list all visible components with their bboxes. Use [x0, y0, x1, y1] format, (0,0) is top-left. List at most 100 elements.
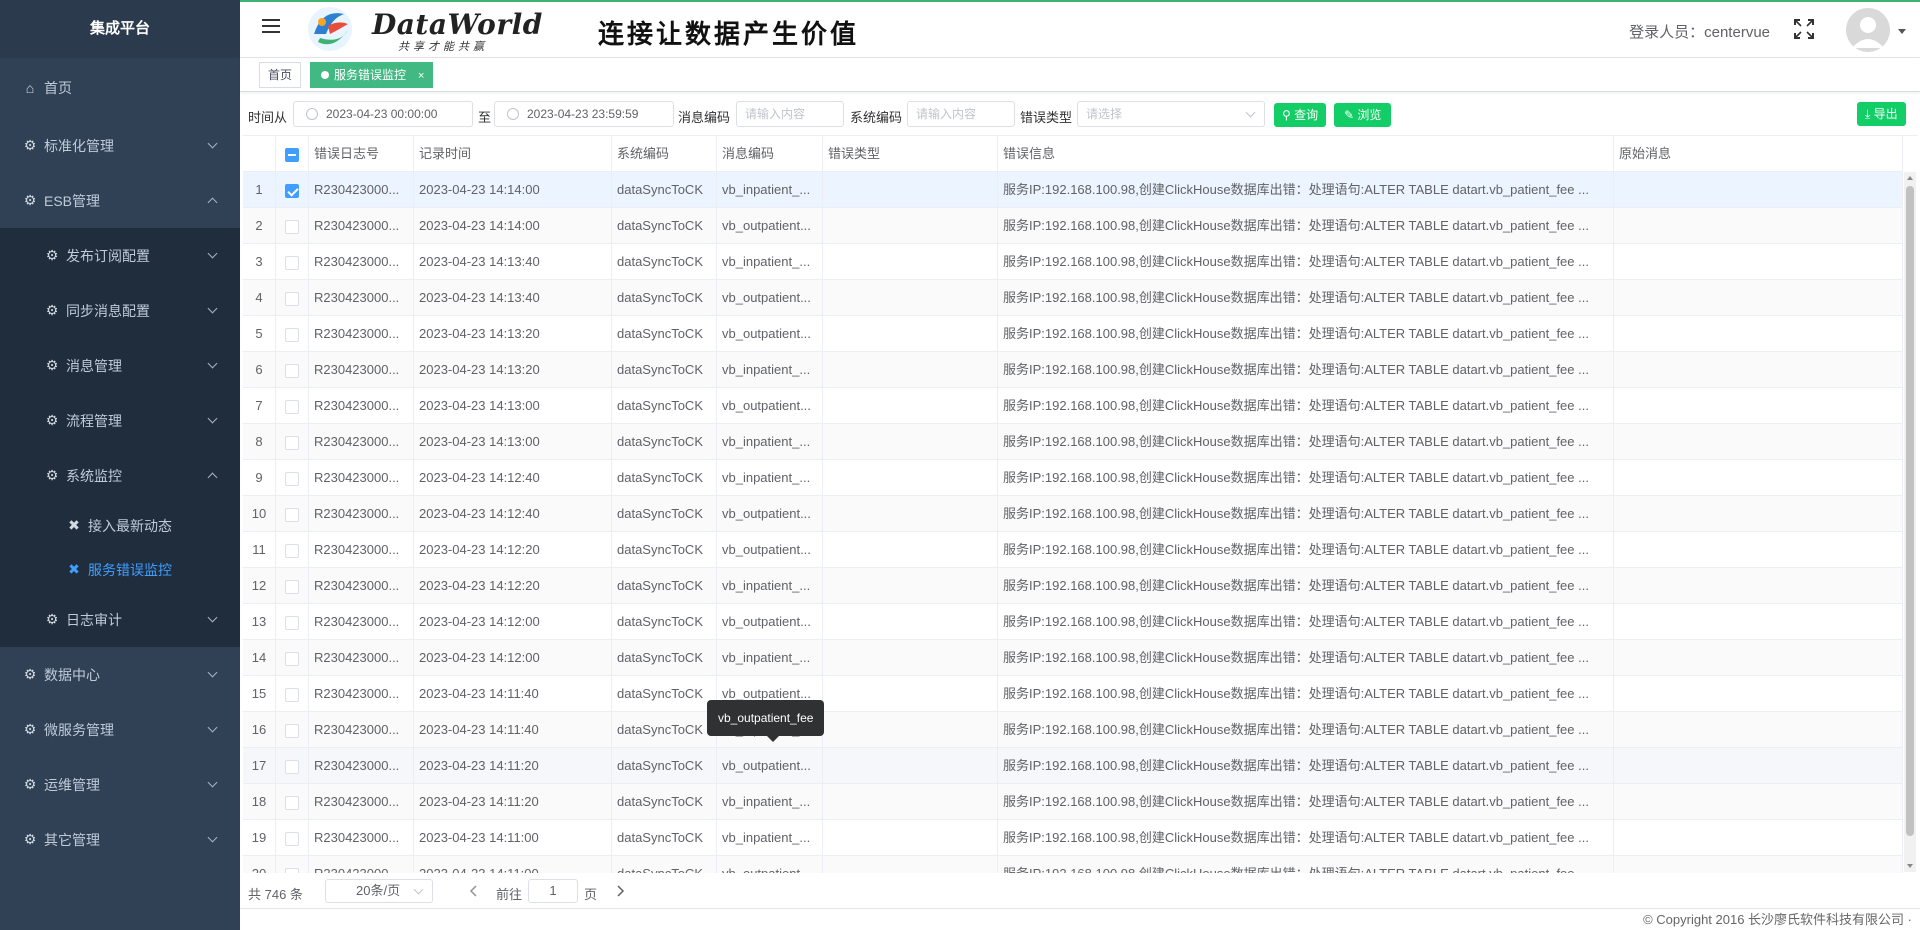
- page-input[interactable]: 1: [528, 879, 578, 903]
- sidebar-item-pubsub-config[interactable]: ⚙ 发布订阅配置: [0, 228, 240, 283]
- row-select[interactable]: [276, 604, 309, 640]
- row-checkbox[interactable]: [285, 219, 299, 234]
- table-row[interactable]: 15 R230423000... 2023-04-23 14:11:40 dataSy…: [243, 676, 1903, 712]
- row-checkbox[interactable]: [285, 759, 299, 774]
- table-row[interactable]: 20 R230423000...2023-04-23 14:11:00dataSy…: [243, 856, 1903, 873]
- scroll-down-icon[interactable]: [1907, 864, 1913, 868]
- table-row[interactable]: 14 R230423000... 2023-04-23 14:12:00 dataSy…: [243, 640, 1903, 676]
- row-checkbox[interactable]: [285, 507, 299, 522]
- row-select[interactable]: [276, 280, 309, 316]
- sidebar-item-log-audit[interactable]: ⚙ 日志审计: [0, 592, 240, 647]
- row-checkbox[interactable]: [285, 435, 299, 450]
- row-select[interactable]: [276, 532, 309, 568]
- row-select[interactable]: [276, 784, 309, 820]
- fullscreen-icon[interactable]: [1794, 19, 1814, 39]
- row-select[interactable]: [276, 460, 309, 496]
- row-select[interactable]: [276, 316, 309, 352]
- table-row[interactable]: 9 R230423000... 2023-04-23 14:12:40 dataSyn…: [243, 460, 1903, 496]
- row-select[interactable]: [276, 424, 309, 460]
- row-checkbox[interactable]: [285, 687, 299, 702]
- close-icon[interactable]: ×: [418, 70, 424, 82]
- header-sys-code[interactable]: 系统编码: [612, 136, 717, 172]
- sidebar-item-flow-mgmt[interactable]: ⚙ 流程管理: [0, 393, 240, 448]
- row-checkbox[interactable]: [285, 183, 299, 198]
- sidebar-item-sys-monitor[interactable]: ⚙ 系统监控: [0, 448, 240, 503]
- row-select[interactable]: [276, 640, 309, 676]
- table-row[interactable]: 13 R230423000... 2023-04-23 14:12:00 dataSy…: [243, 604, 1903, 640]
- row-select[interactable]: [276, 352, 309, 388]
- row-checkbox[interactable]: [285, 471, 299, 486]
- row-select[interactable]: [276, 676, 309, 712]
- prev-page-icon[interactable]: [468, 884, 480, 898]
- page-size-select[interactable]: 20条/页: [325, 879, 433, 903]
- header-record-time[interactable]: 记录时间: [414, 136, 612, 172]
- table-row[interactable]: 6 R230423000... 2023-04-23 14:13:20 dataSyn…: [243, 352, 1903, 388]
- row-checkbox[interactable]: [285, 291, 299, 306]
- row-select[interactable]: [276, 748, 309, 784]
- table-row[interactable]: 16 R230423000... 2023-04-23 14:11:40 dataSy…: [243, 712, 1903, 748]
- sidebar-item-sync-msg-config[interactable]: ⚙ 同步消息配置: [0, 283, 240, 338]
- browse-button[interactable]: ✎ 浏览: [1334, 103, 1392, 127]
- table-row[interactable]: 8 R230423000... 2023-04-23 14:13:00 dataSyn…: [243, 424, 1903, 460]
- sidebar-item-standardization[interactable]: ⚙ 标准化管理: [0, 118, 240, 173]
- row-checkbox[interactable]: [285, 651, 299, 666]
- table-row[interactable]: 19 R230423000... 2023-04-23 14:11:00 dataSy…: [243, 820, 1903, 856]
- sidebar-item-other-mgmt[interactable]: ⚙ 其它管理: [0, 812, 240, 867]
- row-select[interactable]: [276, 172, 309, 208]
- row-select[interactable]: [276, 568, 309, 604]
- table-row[interactable]: 17 R230423000... 2023-04-23 14:11:20 dataSy…: [243, 748, 1903, 784]
- next-page-icon[interactable]: [614, 884, 626, 898]
- caret-down-icon[interactable]: [1898, 29, 1906, 34]
- sidebar-item-esb[interactable]: ⚙ ESB管理: [0, 173, 240, 228]
- avatar[interactable]: [1846, 8, 1890, 52]
- msg-code-input[interactable]: 请输入内容: [736, 101, 844, 127]
- table-row[interactable]: 10 R230423000... 2023-04-23 14:12:40 dataSy…: [243, 496, 1903, 532]
- row-select[interactable]: [276, 856, 309, 873]
- select-all-checkbox[interactable]: [285, 147, 299, 162]
- row-checkbox[interactable]: [285, 615, 299, 630]
- table-row[interactable]: 3 R230423000... 2023-04-23 14:13:40 dataSyn…: [243, 244, 1903, 280]
- tab-home[interactable]: 首页: [259, 62, 302, 88]
- table-row[interactable]: 7 R230423000... 2023-04-23 14:13:00 dataSyn…: [243, 388, 1903, 424]
- error-type-select[interactable]: 请选择: [1077, 101, 1265, 127]
- sys-code-input[interactable]: 请输入内容: [907, 101, 1015, 127]
- row-select[interactable]: [276, 208, 309, 244]
- header-error-info[interactable]: 错误信息: [998, 136, 1614, 172]
- scroll-thumb[interactable]: [1906, 186, 1914, 836]
- time-to-input[interactable]: 2023-04-23 23:59:59: [494, 101, 674, 127]
- scroll-up-icon[interactable]: [1907, 176, 1913, 180]
- row-checkbox[interactable]: [285, 255, 299, 270]
- row-select[interactable]: [276, 820, 309, 856]
- header-log-no[interactable]: 错误日志号: [309, 136, 414, 172]
- row-checkbox[interactable]: [285, 327, 299, 342]
- row-checkbox[interactable]: [285, 543, 299, 558]
- table-row[interactable]: 11 R230423000... 2023-04-23 14:12:20 dataSy…: [243, 532, 1903, 568]
- row-checkbox[interactable]: [285, 723, 299, 738]
- sidebar-item-msg-mgmt[interactable]: ⚙ 消息管理: [0, 338, 240, 393]
- row-select[interactable]: [276, 388, 309, 424]
- sidebar-item-ops-mgmt[interactable]: ⚙ 运维管理: [0, 757, 240, 812]
- sidebar-item-service-error-monitor[interactable]: ✖ 服务错误监控: [0, 542, 240, 597]
- sidebar-item-data-center[interactable]: ⚙ 数据中心: [0, 647, 240, 702]
- export-button[interactable]: ⤓ 导出: [1857, 102, 1906, 126]
- table-row[interactable]: 2 R230423000... 2023-04-23 14:14:00 dataSyn…: [243, 208, 1903, 244]
- header-error-type[interactable]: 错误类型: [823, 136, 998, 172]
- row-checkbox[interactable]: [285, 363, 299, 378]
- row-checkbox[interactable]: [285, 399, 299, 414]
- tab-service-error-monitor[interactable]: 服务错误监控 ×: [310, 62, 434, 88]
- row-checkbox[interactable]: [285, 831, 299, 846]
- row-select[interactable]: [276, 712, 309, 748]
- header-select-all[interactable]: [276, 136, 309, 172]
- table-row[interactable]: 12 R230423000... 2023-04-23 14:12:20 dataSy…: [243, 568, 1903, 604]
- sidebar-item-home[interactable]: ⌂ 首页: [0, 60, 240, 115]
- table-row[interactable]: 18 R230423000... 2023-04-23 14:11:20 dataSy…: [243, 784, 1903, 820]
- header-msg-code[interactable]: 消息编码: [717, 136, 823, 172]
- header-raw-msg[interactable]: 原始消息: [1614, 136, 1903, 172]
- row-checkbox[interactable]: [285, 867, 299, 873]
- query-button[interactable]: ⚲ 查询: [1274, 103, 1327, 127]
- row-select[interactable]: [276, 496, 309, 532]
- row-select[interactable]: [276, 244, 309, 280]
- table-scrollbar[interactable]: [1904, 172, 1916, 872]
- sidebar-item-microservice-mgmt[interactable]: ⚙ 微服务管理: [0, 702, 240, 757]
- table-row[interactable]: 5 R230423000... 2023-04-23 14:13:20 dataSyn…: [243, 316, 1903, 352]
